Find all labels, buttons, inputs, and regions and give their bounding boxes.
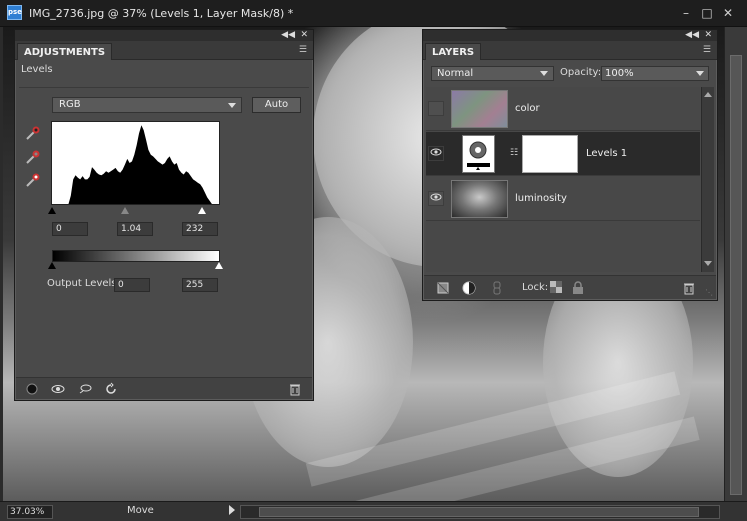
minimize-icon[interactable]: – bbox=[678, 5, 694, 21]
layer-list-scrollbar[interactable] bbox=[701, 87, 714, 272]
chevron-down-icon bbox=[228, 103, 236, 108]
opacity-value: 100% bbox=[605, 68, 634, 79]
chevron-down-icon bbox=[540, 71, 548, 76]
layer-row[interactable]: luminosity bbox=[426, 177, 700, 221]
blend-mode-value: Normal bbox=[437, 68, 474, 79]
input-levels-slider[interactable] bbox=[48, 207, 220, 214]
layers-footer: Lock: ⋱ bbox=[424, 275, 716, 299]
scroll-up-icon[interactable] bbox=[704, 92, 712, 97]
channel-select-value: RGB bbox=[59, 99, 81, 110]
output-levels-slider[interactable] bbox=[48, 262, 223, 269]
divider bbox=[19, 87, 309, 88]
layer-mask-thumbnail[interactable] bbox=[522, 135, 578, 173]
white-point-eyedropper-icon[interactable] bbox=[25, 172, 41, 188]
panel-menu-icon[interactable]: ☰ bbox=[299, 45, 307, 55]
panel-close-icon[interactable]: ✕ bbox=[300, 30, 308, 41]
input-gamma-field[interactable]: 1.04 bbox=[117, 222, 153, 236]
adjustment-layer-icon[interactable] bbox=[462, 281, 476, 295]
reset-icon[interactable] bbox=[104, 382, 118, 396]
chevron-down-icon bbox=[696, 71, 704, 76]
app-icon: pse bbox=[7, 5, 22, 20]
output-levels-gradient bbox=[52, 250, 220, 262]
levels-adjustment-icon bbox=[462, 135, 495, 173]
lock-transparency-icon[interactable] bbox=[550, 281, 564, 295]
input-white-field[interactable]: 232 bbox=[182, 222, 218, 236]
visibility-toggle[interactable] bbox=[428, 101, 444, 116]
trash-icon[interactable] bbox=[682, 281, 696, 295]
trash-icon[interactable] bbox=[288, 382, 302, 396]
layer-row[interactable]: ☷ Levels 1 bbox=[426, 132, 700, 176]
adjustment-type-label: Levels bbox=[21, 64, 53, 75]
link-icon[interactable]: ☷ bbox=[510, 148, 518, 158]
panel-header-strip: ◀◀ ✕ bbox=[423, 30, 717, 41]
levels-histogram bbox=[51, 121, 220, 205]
clip-to-layer-icon[interactable] bbox=[25, 382, 39, 396]
panel-header-strip: ◀◀ ✕ bbox=[15, 30, 313, 41]
vertical-scrollbar[interactable] bbox=[724, 27, 747, 501]
gray-point-eyedropper-icon[interactable] bbox=[25, 149, 41, 165]
output-black-field[interactable]: 0 bbox=[114, 278, 150, 292]
panel-tab-row: LAYERS ☰ bbox=[423, 41, 717, 60]
horizontal-scrollbar[interactable] bbox=[240, 505, 720, 519]
layer-list: color ☷ Levels 1 luminosity bbox=[426, 87, 700, 272]
layer-thumbnail bbox=[451, 90, 508, 128]
status-bar: 37.03% Move bbox=[0, 501, 747, 521]
adjustments-panel: ◀◀ ✕ ADJUSTMENTS ☰ Levels RGB Auto 0 1.0… bbox=[14, 29, 314, 401]
panel-close-icon[interactable]: ✕ bbox=[704, 30, 712, 41]
collapse-icon[interactable]: ◀◀ bbox=[685, 30, 699, 41]
collapse-icon[interactable]: ◀◀ bbox=[281, 30, 295, 41]
resize-grip-icon[interactable]: ⋱ bbox=[705, 288, 713, 297]
vertical-scroll-thumb[interactable] bbox=[730, 55, 742, 495]
output-black-handle[interactable] bbox=[48, 262, 56, 269]
black-point-eyedropper-icon[interactable] bbox=[25, 125, 41, 141]
eye-icon[interactable] bbox=[428, 146, 444, 161]
new-layer-icon[interactable] bbox=[436, 281, 450, 295]
status-menu-arrow-icon[interactable] bbox=[229, 505, 235, 515]
input-gamma-handle[interactable] bbox=[121, 207, 129, 214]
layer-name: Levels 1 bbox=[586, 148, 628, 159]
histogram-graph bbox=[52, 125, 219, 204]
input-black-handle[interactable] bbox=[48, 207, 56, 214]
horizontal-scroll-thumb[interactable] bbox=[259, 507, 699, 517]
output-levels-label: Output Levels: bbox=[47, 278, 120, 289]
panel-tab-row: ADJUSTMENTS ☰ bbox=[15, 41, 313, 60]
layers-panel: ◀◀ ✕ LAYERS ☰ Normal Opacity: 100% color… bbox=[422, 29, 718, 301]
close-icon[interactable]: ✕ bbox=[720, 5, 736, 21]
lock-label: Lock: bbox=[522, 282, 549, 293]
layer-name: luminosity bbox=[515, 193, 567, 204]
visibility-icon[interactable] bbox=[51, 382, 65, 396]
opacity-field[interactable]: 100% bbox=[601, 66, 709, 81]
layer-thumbnail bbox=[451, 180, 508, 218]
zoom-field[interactable]: 37.03% bbox=[7, 505, 53, 519]
channel-select[interactable]: RGB bbox=[52, 97, 242, 113]
input-black-field[interactable]: 0 bbox=[52, 222, 88, 236]
tab-layers[interactable]: LAYERS bbox=[425, 43, 482, 60]
current-tool-label: Move bbox=[127, 505, 154, 516]
auto-button[interactable]: Auto bbox=[252, 97, 301, 113]
panel-menu-icon[interactable]: ☰ bbox=[703, 45, 711, 55]
lock-all-icon[interactable] bbox=[571, 281, 585, 295]
title-bar: pse IMG_2736.jpg @ 37% (Levels 1, Layer … bbox=[0, 0, 747, 27]
scroll-down-icon[interactable] bbox=[704, 261, 712, 266]
link-layers-icon[interactable] bbox=[490, 281, 504, 295]
blend-mode-select[interactable]: Normal bbox=[431, 66, 554, 81]
layer-row[interactable]: color bbox=[426, 87, 700, 131]
opacity-label: Opacity: bbox=[560, 67, 602, 78]
view-previous-icon[interactable] bbox=[78, 382, 92, 396]
tab-adjustments[interactable]: ADJUSTMENTS bbox=[17, 43, 113, 60]
maximize-icon[interactable]: □ bbox=[699, 5, 715, 21]
document-title: IMG_2736.jpg @ 37% (Levels 1, Layer Mask… bbox=[29, 7, 294, 20]
eye-icon[interactable] bbox=[428, 191, 444, 206]
layer-name: color bbox=[515, 103, 540, 114]
adjustments-footer bbox=[16, 377, 312, 399]
output-white-handle[interactable] bbox=[215, 262, 223, 269]
input-white-handle[interactable] bbox=[198, 207, 206, 214]
output-white-field[interactable]: 255 bbox=[182, 278, 218, 292]
